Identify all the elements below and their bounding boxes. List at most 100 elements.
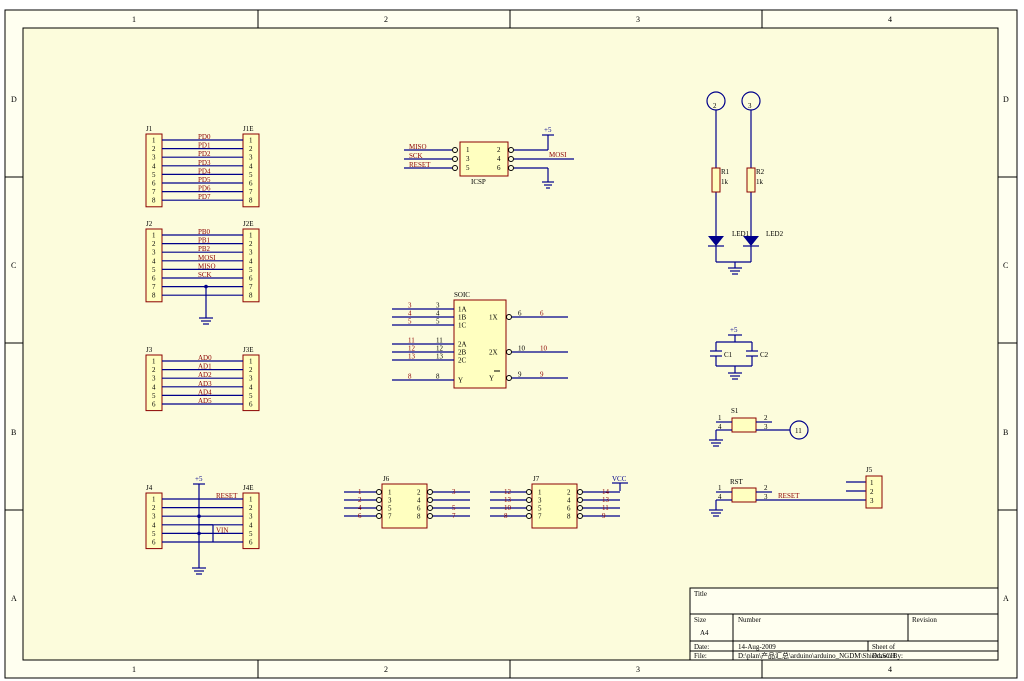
zone-col-bottom-4: 4 — [888, 665, 892, 674]
connector-pin-left: 5 — [388, 505, 392, 513]
header-pin-right: 8 — [249, 197, 253, 205]
header-pin-left: 6 — [152, 275, 156, 283]
header-pin-left: 5 — [152, 530, 156, 538]
connector-pin-right: 8 — [567, 513, 571, 521]
date-label: Date: — [694, 643, 709, 651]
header-pin-left: 4 — [152, 521, 156, 529]
connector-pin-left: 7 — [538, 513, 542, 521]
header-left-designator: J4 — [146, 484, 153, 492]
header-pin-right: 5 — [249, 266, 253, 274]
zone-row-right-a: A — [1003, 594, 1009, 603]
icsp-net-mosi: MOSI — [549, 151, 567, 159]
led-port-1: 2 — [713, 102, 717, 110]
soic-input-pin: 12 — [436, 345, 444, 353]
r2-value: 1k — [756, 178, 764, 186]
icsp-net-miso: MISO — [409, 143, 427, 151]
j5-designator: J5 — [866, 466, 873, 474]
s1-pin: 1 — [718, 414, 722, 422]
connector-pin-left: 5 — [538, 505, 542, 513]
connector-net-left: 13 — [504, 496, 512, 504]
header-pin-left: 6 — [152, 539, 156, 547]
drawn-by-label: Drawn By: — [872, 652, 903, 660]
connector-net-right: 7 — [452, 512, 456, 520]
header-right-designator: J4E — [243, 484, 254, 492]
connector-net-left: 1 — [358, 488, 362, 496]
header-pin-left: 1 — [152, 137, 156, 145]
c2-designator: C2 — [760, 351, 769, 359]
connector-pin-right: 6 — [417, 505, 421, 513]
connector-pin-left: 1 — [388, 489, 392, 497]
header-pin-right: 6 — [249, 180, 253, 188]
header-pin-right: 4 — [249, 257, 253, 265]
header-net-label: PD6 — [198, 185, 211, 193]
soic-output-pin: 10 — [518, 345, 526, 353]
j7-power: VCC — [612, 475, 627, 483]
rst-pin: 2 — [764, 484, 768, 492]
header-net-label: PD1 — [198, 142, 211, 150]
title-label: Title — [694, 590, 707, 598]
header-left-designator: J1 — [146, 125, 153, 133]
header-pin-right: 6 — [249, 275, 253, 283]
rst-designator: RST — [730, 478, 744, 486]
soic-input-pin: 4 — [436, 310, 440, 318]
header-net-label: PD0 — [198, 133, 211, 141]
connector-pin-right: 8 — [417, 513, 421, 521]
j4-power: +5 — [195, 475, 203, 483]
header-pin-left: 6 — [152, 401, 156, 409]
led2-designator: LED2 — [766, 230, 784, 238]
connector-net-right: 13 — [602, 496, 610, 504]
connector-pin-right: 2 — [417, 489, 421, 497]
rst-net: RESET — [778, 492, 800, 500]
connector-net-right: 9 — [602, 512, 606, 520]
connector-net-left: 12 — [504, 488, 512, 496]
header-net-label: PD2 — [198, 150, 211, 158]
soic-input-net: 3 — [408, 302, 412, 310]
soic-input-net: 5 — [408, 318, 412, 326]
rst-pin: 3 — [764, 493, 768, 501]
zone-col-bottom-3: 3 — [636, 665, 640, 674]
zone-row-left-c: C — [11, 261, 16, 270]
header-pin-left: 2 — [152, 366, 156, 374]
header-pin-left: 1 — [152, 232, 156, 240]
icsp-pin: 5 — [466, 164, 470, 172]
s1-pin: 2 — [764, 414, 768, 422]
sheet-label: Sheet of — [872, 643, 896, 651]
header-pin-right: 1 — [249, 137, 253, 145]
zone-row-left-b: B — [11, 428, 16, 437]
s1-designator: S1 — [731, 407, 739, 415]
header-right-designator: J1E — [243, 125, 254, 133]
zone-row-left-a: A — [11, 594, 17, 603]
header-net-label: PB2 — [198, 245, 211, 253]
header-pin-left: 5 — [152, 266, 156, 274]
rst-pin: 4 — [718, 493, 722, 501]
soic-input-pin: 11 — [436, 337, 443, 345]
icsp-pin: 4 — [497, 155, 501, 163]
icsp-pin: 2 — [497, 146, 501, 154]
soic-input-net: 13 — [408, 353, 416, 361]
icsp-pin: 3 — [466, 155, 470, 163]
r1-designator: R1 — [721, 168, 730, 176]
header-net-label: AD1 — [198, 363, 212, 371]
header-pin-left: 3 — [152, 513, 156, 521]
title-block: Title Size A4 Number Revision Date: 14-A… — [689, 587, 999, 661]
header-pin-right: 3 — [249, 154, 253, 162]
header-pin-right: 1 — [249, 358, 253, 366]
zone-col-bottom-1: 1 — [132, 665, 136, 674]
soic-output-net: 6 — [540, 310, 544, 318]
soic-input-name: 2C — [458, 357, 467, 365]
j5-pin: 3 — [870, 497, 874, 505]
header-pin-left: 3 — [152, 154, 156, 162]
zone-col-bottom-2: 2 — [384, 665, 388, 674]
soic-input-pin: 13 — [436, 353, 444, 361]
zone-row-right-c: C — [1003, 261, 1008, 270]
icsp-designator: ICSP — [471, 178, 486, 186]
header-pin-right: 5 — [249, 171, 253, 179]
header-net-label: PB0 — [198, 228, 211, 236]
header-net-label: AD2 — [198, 371, 212, 379]
s1-pin: 4 — [718, 423, 722, 431]
soic-output-name: 2X — [489, 349, 498, 357]
date-value: 14-Aug-2009 — [738, 643, 776, 651]
connector-net-left: 8 — [504, 512, 508, 520]
connector-net-left: 6 — [358, 512, 362, 520]
header-net-label: AD0 — [198, 354, 212, 362]
